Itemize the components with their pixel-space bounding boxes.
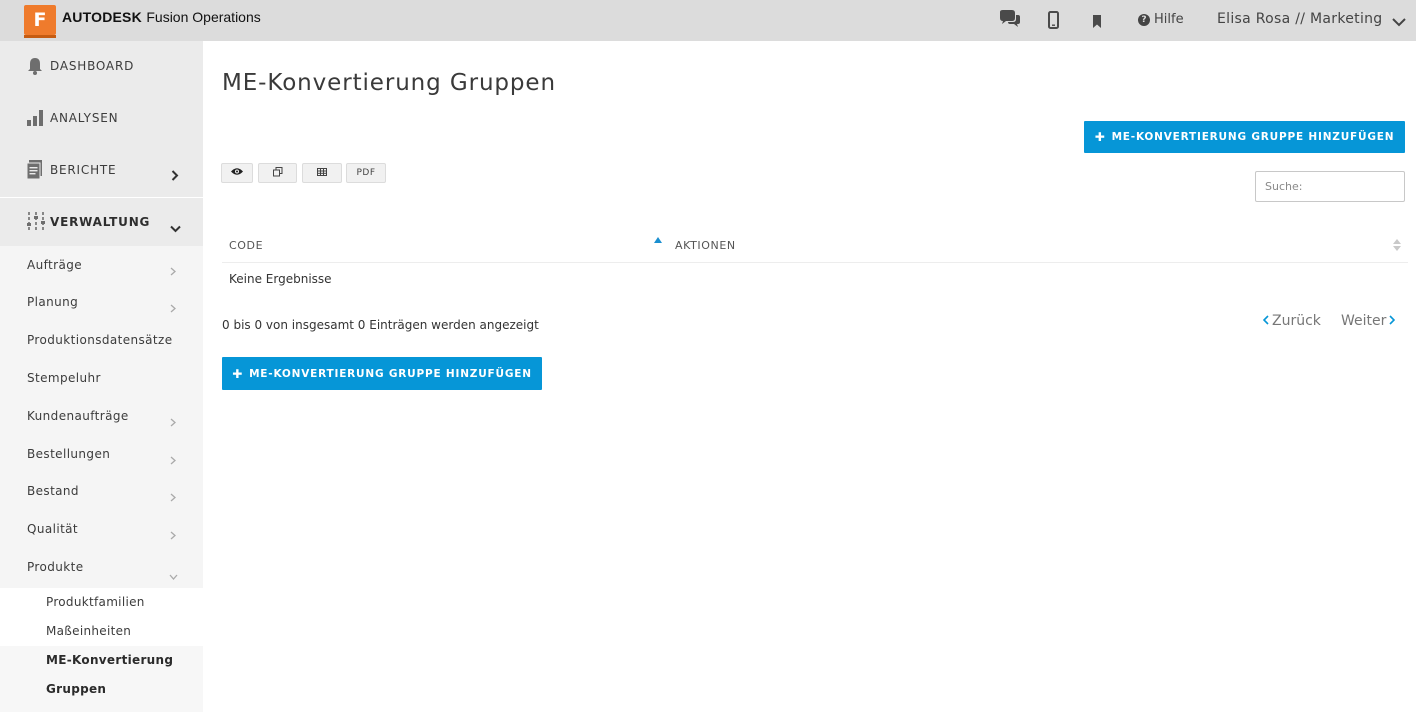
sidebar-section-verwaltung[interactable]: VERWALTUNG xyxy=(0,198,203,246)
sidebar-section-berichte[interactable]: BERICHTE xyxy=(0,145,203,197)
chevron-down-icon xyxy=(170,218,181,237)
chevron-right-icon xyxy=(170,450,176,469)
copy-icon xyxy=(272,166,283,180)
sidebar-subitem-masseinheiten[interactable]: Maßeinheiten xyxy=(0,617,203,646)
help-link[interactable]: ? Hilfe xyxy=(1138,12,1184,27)
chevron-down-icon[interactable] xyxy=(1392,12,1406,31)
chat-icon[interactable] xyxy=(998,9,1022,33)
sidebar-section-dashboard[interactable]: DASHBOARD xyxy=(0,41,203,93)
search-input[interactable] xyxy=(1255,171,1405,202)
question-icon: ? xyxy=(1138,13,1150,26)
sidebar-item-qualitaet[interactable]: Qualität xyxy=(0,511,203,549)
add-group-button-top[interactable]: ✚ ME-KONVERTIERUNG GRUPPE HINZUFÜGEN xyxy=(1084,121,1405,153)
sidebar-item-kundenauftraege[interactable]: Kundenaufträge xyxy=(0,398,203,436)
add-group-button-label: ME-KONVERTIERUNG GRUPPE HINZUFÜGEN xyxy=(1111,131,1395,143)
sidebar-subitem-label: ME-Konvertierung Gruppen xyxy=(46,653,174,696)
mobile-icon[interactable] xyxy=(1048,11,1059,33)
table-empty-message: Keine Ergebnisse xyxy=(229,272,332,286)
add-group-button-label: ME-KONVERTIERUNG GRUPPE HINZUFÜGEN xyxy=(249,367,532,380)
sidebar-item-bestellungen[interactable]: Bestellungen xyxy=(0,436,203,474)
document-icon xyxy=(26,160,44,184)
plus-icon: ✚ xyxy=(232,366,244,381)
chevron-right-icon xyxy=(1389,313,1396,329)
pdf-export-button[interactable]: PDF xyxy=(346,163,386,183)
sidebar-item-bestand[interactable]: Bestand xyxy=(0,473,203,511)
page-title: ME-Konvertierung Gruppen xyxy=(222,70,556,96)
excel-export-button[interactable] xyxy=(302,163,342,183)
sidebar-item-label: Bestand xyxy=(27,484,79,498)
brand-company: AUTODESK xyxy=(62,9,142,25)
sidebar-item-auftraege[interactable]: Aufträge xyxy=(0,247,203,285)
top-bar: F AUTODESK Fusion Operations ? Hilfe Eli… xyxy=(0,0,1416,41)
help-label: Hilfe xyxy=(1154,12,1184,27)
sidebar-section-label: DASHBOARD xyxy=(50,59,135,73)
sidebar-item-produktionsdatensaetze[interactable]: Produktionsdatensätze xyxy=(0,322,203,360)
sidebar-item-label: Bestellungen xyxy=(27,447,111,461)
toggle-columns-button[interactable] xyxy=(221,163,253,183)
sidebar-item-label: Qualität xyxy=(27,522,79,536)
eye-icon xyxy=(230,167,244,179)
table-icon xyxy=(317,167,327,179)
table-info: 0 bis 0 von insgesamt 0 Einträgen werden… xyxy=(222,318,539,332)
bookmark-icon[interactable] xyxy=(1092,13,1102,32)
sidebar-subitem-label: Produktfamilien xyxy=(46,595,145,609)
column-header-code[interactable]: CODE xyxy=(229,239,263,252)
sort-ascending-icon[interactable] xyxy=(654,237,662,243)
sliders-icon xyxy=(26,211,46,237)
pagination-previous[interactable]: Zurück xyxy=(1262,313,1321,329)
sidebar-section-label: VERWALTUNG xyxy=(50,215,151,229)
bell-icon xyxy=(26,57,44,79)
pagination-previous-label: Zurück xyxy=(1272,313,1321,329)
sidebar-subitem-label: Maßeinheiten xyxy=(46,624,132,638)
table-header: CODE AKTIONEN xyxy=(222,227,1408,263)
sidebar-item-label: Produkte xyxy=(27,560,84,574)
chevron-right-icon xyxy=(170,487,176,506)
pagination-next[interactable]: Weiter xyxy=(1341,313,1396,329)
sidebar-subitem-me-konvertierung-gruppen[interactable]: ME-Konvertierung Gruppen xyxy=(0,646,203,712)
sidebar-item-label: Stempeluhr xyxy=(27,371,101,385)
pagination-next-label: Weiter xyxy=(1341,313,1387,329)
sidebar-section-label: ANALYSEN xyxy=(50,111,119,125)
brand-product: Fusion Operations xyxy=(146,9,261,25)
chevron-down-icon xyxy=(169,565,178,584)
sidebar-section-label: BERICHTE xyxy=(50,163,117,177)
chevron-right-icon xyxy=(170,261,176,280)
sidebar-item-planung[interactable]: Planung xyxy=(0,284,203,322)
column-header-aktionen[interactable]: AKTIONEN xyxy=(675,239,736,252)
sidebar-item-produkte[interactable]: Produkte xyxy=(0,549,203,587)
user-menu[interactable]: Elisa Rosa // Marketing xyxy=(1217,11,1383,27)
sidebar-item-label: Produktionsdatensätze xyxy=(27,333,173,347)
sidebar-section-analysen[interactable]: ANALYSEN xyxy=(0,93,203,145)
sidebar-item-label: Kundenaufträge xyxy=(27,409,129,423)
copy-button[interactable] xyxy=(258,163,297,183)
brand-name[interactable]: AUTODESK Fusion Operations xyxy=(62,9,261,26)
sort-both-icon[interactable] xyxy=(1393,239,1401,251)
bar-chart-icon xyxy=(26,107,46,131)
chevron-right-icon xyxy=(171,166,179,185)
add-group-button-bottom[interactable]: ✚ ME-KONVERTIERUNG GRUPPE HINZUFÜGEN xyxy=(222,357,542,390)
sidebar-item-label: Aufträge xyxy=(27,258,83,272)
sidebar-item-label: Planung xyxy=(27,295,79,309)
sidebar-submenu-produkte: Produktfamilien Maßeinheiten ME-Konverti… xyxy=(0,588,203,712)
sidebar-item-stempeluhr[interactable]: Stempeluhr xyxy=(0,360,203,398)
sidebar-subitem-produktfamilien[interactable]: Produktfamilien xyxy=(0,588,203,617)
fusion-logo[interactable]: F xyxy=(24,5,56,38)
sidebar: DASHBOARD ANALYSEN BERICHTE VERWALTUNG A… xyxy=(0,41,203,712)
chevron-left-icon xyxy=(1262,313,1269,329)
chevron-right-icon xyxy=(170,412,176,431)
plus-icon: ✚ xyxy=(1094,130,1106,144)
chevron-right-icon xyxy=(170,525,176,544)
chevron-right-icon xyxy=(170,298,176,317)
